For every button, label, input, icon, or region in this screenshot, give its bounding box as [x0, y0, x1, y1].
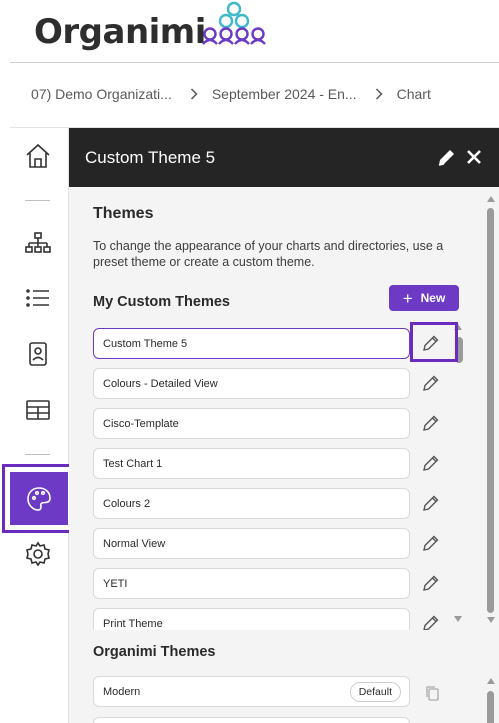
rail-divider — [25, 200, 50, 201]
default-badge: Default — [349, 682, 401, 702]
theme-row[interactable]: Test Chart 1 — [93, 448, 410, 479]
section-scrollbar-thumb[interactable] — [487, 691, 494, 723]
theme-row[interactable]: Colours - Detailed View — [93, 368, 410, 399]
theme-name: Test Chart 1 — [103, 457, 163, 470]
list-scroll-down[interactable] — [454, 616, 462, 622]
panel-title: Custom Theme 5 — [85, 147, 216, 167]
pencil-icon — [438, 150, 454, 166]
home-icon — [26, 143, 50, 168]
pencil-icon — [423, 535, 439, 551]
theme-row[interactable]: Custom Theme 5 — [93, 328, 410, 359]
theme-row[interactable]: YETI — [93, 568, 410, 599]
rail-home-button[interactable] — [14, 136, 62, 176]
theme-name: Colours 2 — [103, 497, 151, 510]
rail-table-button[interactable] — [14, 390, 62, 430]
rail-directory-button[interactable] — [14, 334, 62, 374]
table-icon — [26, 400, 50, 420]
new-theme-label: New — [420, 291, 446, 305]
app-root: Organimi 07) Demo Organizati... Septembe… — [0, 0, 499, 723]
panel-close-button[interactable] — [463, 146, 485, 168]
panel-edit-button[interactable] — [435, 147, 457, 169]
breadcrumb-chart-version[interactable]: September 2024 - En... — [212, 86, 357, 102]
panel-body: Themes To change the appearance of your … — [69, 187, 499, 639]
person-card-icon — [29, 342, 47, 366]
rail-org-chart-button[interactable] — [14, 224, 62, 264]
edit-theme-button[interactable] — [421, 493, 441, 513]
theme-name: Print Theme — [103, 617, 163, 630]
pencil-icon — [423, 455, 439, 471]
pencil-icon — [423, 415, 439, 431]
list-icon — [26, 289, 49, 307]
theme-name: Colours - Detailed View — [103, 377, 218, 390]
logo: Organimi — [34, 8, 206, 56]
rail-themes-button-inner — [10, 472, 68, 525]
gear-icon — [26, 541, 50, 567]
left-rail — [0, 128, 76, 723]
header-divider — [10, 62, 499, 63]
panel-scrollbar-thumb[interactable] — [487, 208, 494, 613]
section-scroll-up[interactable] — [487, 678, 495, 684]
theme-row[interactable]: Cisco-Template — [93, 408, 410, 439]
panel-scroll-up[interactable] — [487, 196, 495, 202]
organimi-themes-title: Organimi Themes — [93, 644, 216, 660]
plus-icon: + — [402, 288, 413, 308]
edit-theme-button[interactable] — [421, 453, 441, 473]
breadcrumb-chart[interactable]: Chart — [397, 86, 431, 102]
edit-theme-button[interactable] — [421, 373, 441, 393]
new-theme-button[interactable]: + New — [389, 285, 459, 311]
section-description: To change the appearance of your charts … — [93, 239, 444, 269]
edit-theme-highlight — [410, 322, 458, 362]
rail-themes-button[interactable] — [2, 464, 76, 533]
edit-theme-button[interactable] — [421, 413, 441, 433]
pencil-icon — [423, 575, 439, 591]
theme-name: YETI — [103, 577, 128, 590]
section-title: Themes — [93, 205, 154, 222]
theme-row[interactable]: Normal View — [93, 528, 410, 559]
breadcrumb-organization[interactable]: 07) Demo Organizati... — [31, 86, 172, 102]
close-icon — [467, 150, 481, 164]
theme-row[interactable]: Colours 2 — [93, 488, 410, 519]
pencil-icon — [423, 495, 439, 511]
theme-name: Cisco-Template — [103, 417, 179, 430]
theme-name: Modern — [103, 685, 141, 698]
theme-name: Normal View — [103, 537, 166, 550]
rail-settings-button[interactable] — [14, 534, 62, 574]
rail-list-button[interactable] — [14, 278, 62, 318]
chevron-right-icon — [190, 88, 198, 100]
rail-divider — [25, 454, 50, 455]
pencil-icon — [423, 375, 439, 391]
organimi-themes-section: Organimi Themes Modern Default — [69, 630, 499, 723]
chevron-right-icon — [375, 88, 383, 100]
theme-name: Custom Theme 5 — [103, 337, 188, 350]
custom-themes-title: My Custom Themes — [93, 294, 230, 310]
palette-icon — [27, 486, 51, 511]
edit-theme-button[interactable] — [421, 573, 441, 593]
org-chart-icon — [25, 232, 51, 253]
theme-panel: Custom Theme 5 Themes To change the appe… — [69, 128, 499, 723]
organimi-logo-icon — [202, 1, 266, 45]
logo-text: Organimi — [34, 12, 206, 52]
organimi-theme-row[interactable] — [93, 717, 410, 723]
organimi-theme-row[interactable]: Modern Default — [93, 676, 410, 707]
panel-scroll-down[interactable] — [487, 617, 495, 623]
edit-theme-button[interactable] — [421, 533, 441, 553]
copy-icon[interactable] — [423, 684, 441, 702]
breadcrumb: 07) Demo Organizati... September 2024 - … — [31, 86, 431, 102]
